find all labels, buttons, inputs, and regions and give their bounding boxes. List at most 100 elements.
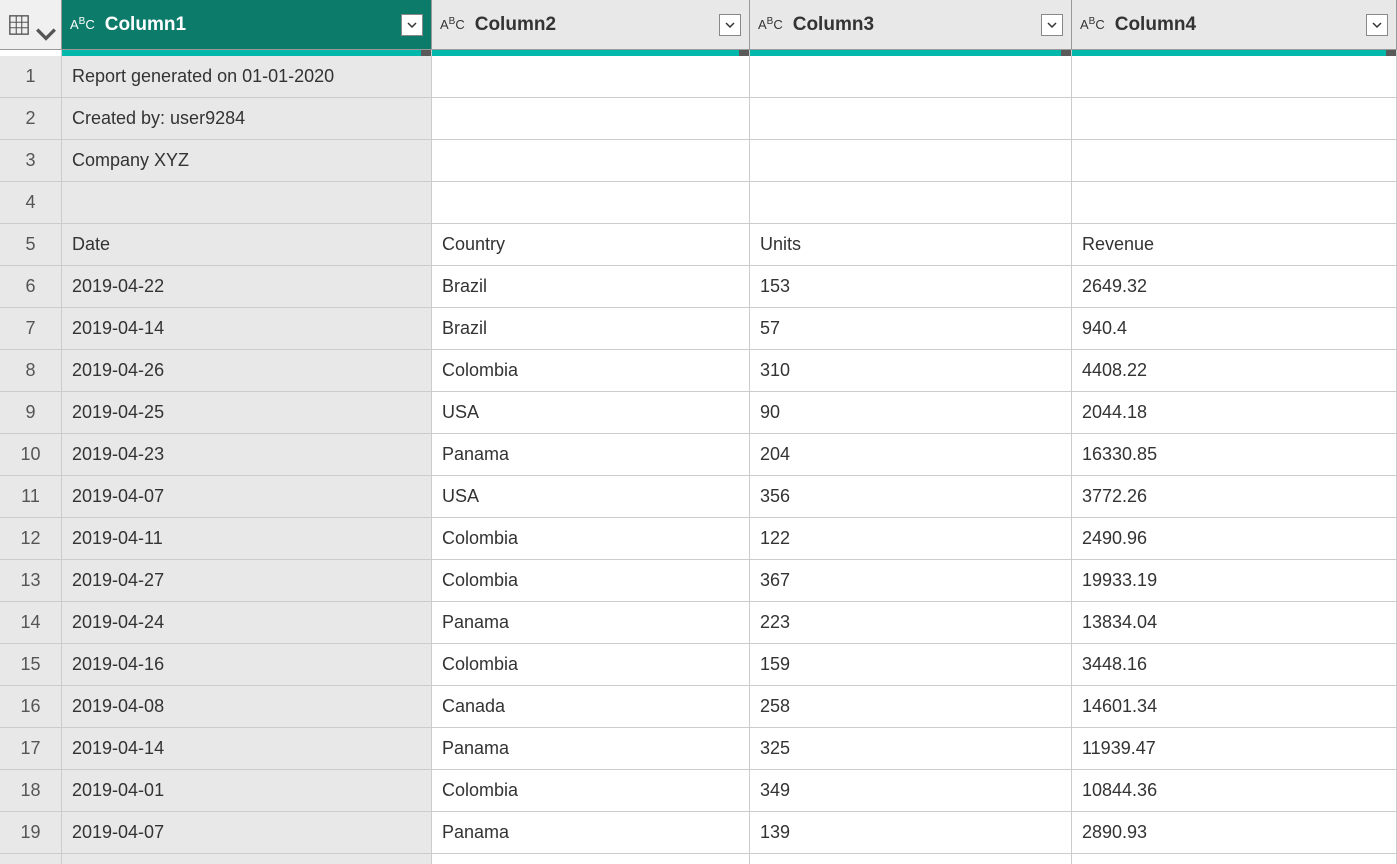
cell[interactable]: 57 [750, 308, 1072, 350]
cell[interactable]: 2019-04-14 [62, 308, 432, 350]
cell[interactable]: 349 [750, 770, 1072, 812]
cell[interactable]: Panama [432, 728, 750, 770]
cell[interactable]: 2019-04-24 [62, 602, 432, 644]
column-header-column3[interactable]: ABC Column3 [750, 0, 1072, 50]
cell[interactable]: 2019-04-23 [62, 434, 432, 476]
cell[interactable]: 153 [750, 266, 1072, 308]
cell[interactable]: Units [750, 224, 1072, 266]
cell[interactable] [432, 140, 750, 182]
row-number[interactable]: 15 [0, 644, 62, 686]
row-number[interactable]: 10 [0, 434, 62, 476]
filter-dropdown-button[interactable] [719, 14, 741, 36]
filter-dropdown-button[interactable] [401, 14, 423, 36]
row-number[interactable]: 3 [0, 140, 62, 182]
row-number[interactable]: 16 [0, 686, 62, 728]
cell[interactable] [1072, 182, 1397, 224]
table-row[interactable]: 5DateCountryUnitsRevenue [0, 224, 1397, 266]
cell[interactable] [432, 98, 750, 140]
table-row[interactable]: 4 [0, 182, 1397, 224]
cell[interactable]: Colombia [432, 518, 750, 560]
cell[interactable]: 940.4 [1072, 308, 1397, 350]
cell[interactable]: 2890.93 [1072, 812, 1397, 854]
cell[interactable]: USA [432, 476, 750, 518]
cell[interactable]: 223 [750, 602, 1072, 644]
cell[interactable]: 16330.85 [1072, 434, 1397, 476]
row-number[interactable]: 7 [0, 308, 62, 350]
table-row[interactable]: 3Company XYZ [0, 140, 1397, 182]
cell[interactable]: Colombia [432, 644, 750, 686]
cell[interactable]: 90 [750, 392, 1072, 434]
cell[interactable]: 139 [750, 812, 1072, 854]
cell[interactable]: 19933.19 [1072, 560, 1397, 602]
column-header-column2[interactable]: ABC Column2 [432, 0, 750, 50]
cell[interactable]: 204 [750, 434, 1072, 476]
cell[interactable]: 2019-04-25 [62, 392, 432, 434]
cell[interactable]: Report generated on 01-01-2020 [62, 56, 432, 98]
cell[interactable]: Panama [432, 812, 750, 854]
cell[interactable] [750, 98, 1072, 140]
cell[interactable] [432, 182, 750, 224]
cell[interactable]: 2019-04-08 [62, 686, 432, 728]
row-number[interactable]: 17 [0, 728, 62, 770]
cell[interactable]: Revenue [1072, 224, 1397, 266]
cell[interactable]: 325 [750, 728, 1072, 770]
cell[interactable]: Company XYZ [62, 140, 432, 182]
cell[interactable]: Colombia [432, 770, 750, 812]
row-number[interactable]: 1 [0, 56, 62, 98]
cell[interactable]: 10844.36 [1072, 770, 1397, 812]
cell[interactable] [750, 56, 1072, 98]
cell[interactable]: 14601.34 [1072, 686, 1397, 728]
row-number[interactable]: 12 [0, 518, 62, 560]
table-row[interactable]: 172019-04-14Panama32511939.47 [0, 728, 1397, 770]
cell[interactable]: 367 [750, 560, 1072, 602]
row-number[interactable]: 6 [0, 266, 62, 308]
row-number[interactable]: 14 [0, 602, 62, 644]
cell[interactable]: Panama [432, 602, 750, 644]
table-row[interactable]: 182019-04-01Colombia34910844.36 [0, 770, 1397, 812]
cell[interactable]: 258 [750, 686, 1072, 728]
table-row[interactable]: 132019-04-27Colombia36719933.19 [0, 560, 1397, 602]
cell[interactable]: Created by: user9284 [62, 98, 432, 140]
cell[interactable]: 13834.04 [1072, 602, 1397, 644]
cell[interactable] [432, 56, 750, 98]
cell[interactable]: Colombia [432, 350, 750, 392]
cell[interactable]: Date [62, 224, 432, 266]
cell[interactable] [1072, 140, 1397, 182]
cell[interactable] [750, 140, 1072, 182]
table-row[interactable]: 102019-04-23Panama20416330.85 [0, 434, 1397, 476]
cell[interactable]: 310 [750, 350, 1072, 392]
row-number[interactable]: 2 [0, 98, 62, 140]
column-header-column1[interactable]: ABC Column1 [62, 0, 432, 50]
row-number[interactable]: 13 [0, 560, 62, 602]
column-header-column4[interactable]: ABC Column4 [1072, 0, 1397, 50]
cell[interactable]: Country [432, 224, 750, 266]
table-row[interactable]: 72019-04-14Brazil57940.4 [0, 308, 1397, 350]
cell[interactable] [1072, 98, 1397, 140]
filter-dropdown-button[interactable] [1041, 14, 1063, 36]
table-row[interactable]: 1Report generated on 01-01-2020 [0, 56, 1397, 98]
cell[interactable]: Brazil [432, 308, 750, 350]
table-row[interactable]: 192019-04-07Panama1392890.93 [0, 812, 1397, 854]
cell[interactable] [62, 182, 432, 224]
cell[interactable]: 159 [750, 644, 1072, 686]
cell[interactable] [750, 182, 1072, 224]
cell[interactable]: 356 [750, 476, 1072, 518]
cell[interactable]: 2649.32 [1072, 266, 1397, 308]
row-number[interactable]: 4 [0, 182, 62, 224]
cell[interactable]: 122 [750, 518, 1072, 560]
cell[interactable]: 2019-04-11 [62, 518, 432, 560]
cell[interactable]: 2044.18 [1072, 392, 1397, 434]
cell[interactable]: 3448.16 [1072, 644, 1397, 686]
cell[interactable]: 2019-04-16 [62, 644, 432, 686]
row-number[interactable]: 5 [0, 224, 62, 266]
cell[interactable]: 2019-04-22 [62, 266, 432, 308]
cell[interactable]: 4408.22 [1072, 350, 1397, 392]
cell[interactable]: 2019-04-07 [62, 476, 432, 518]
cell[interactable]: 2019-04-07 [62, 812, 432, 854]
cell[interactable]: 2019-04-14 [62, 728, 432, 770]
cell[interactable]: Canada [432, 686, 750, 728]
table-row[interactable]: 142019-04-24Panama22313834.04 [0, 602, 1397, 644]
table-row[interactable]: 2Created by: user9284 [0, 98, 1397, 140]
table-row[interactable]: 92019-04-25USA902044.18 [0, 392, 1397, 434]
filter-dropdown-button[interactable] [1366, 14, 1388, 36]
